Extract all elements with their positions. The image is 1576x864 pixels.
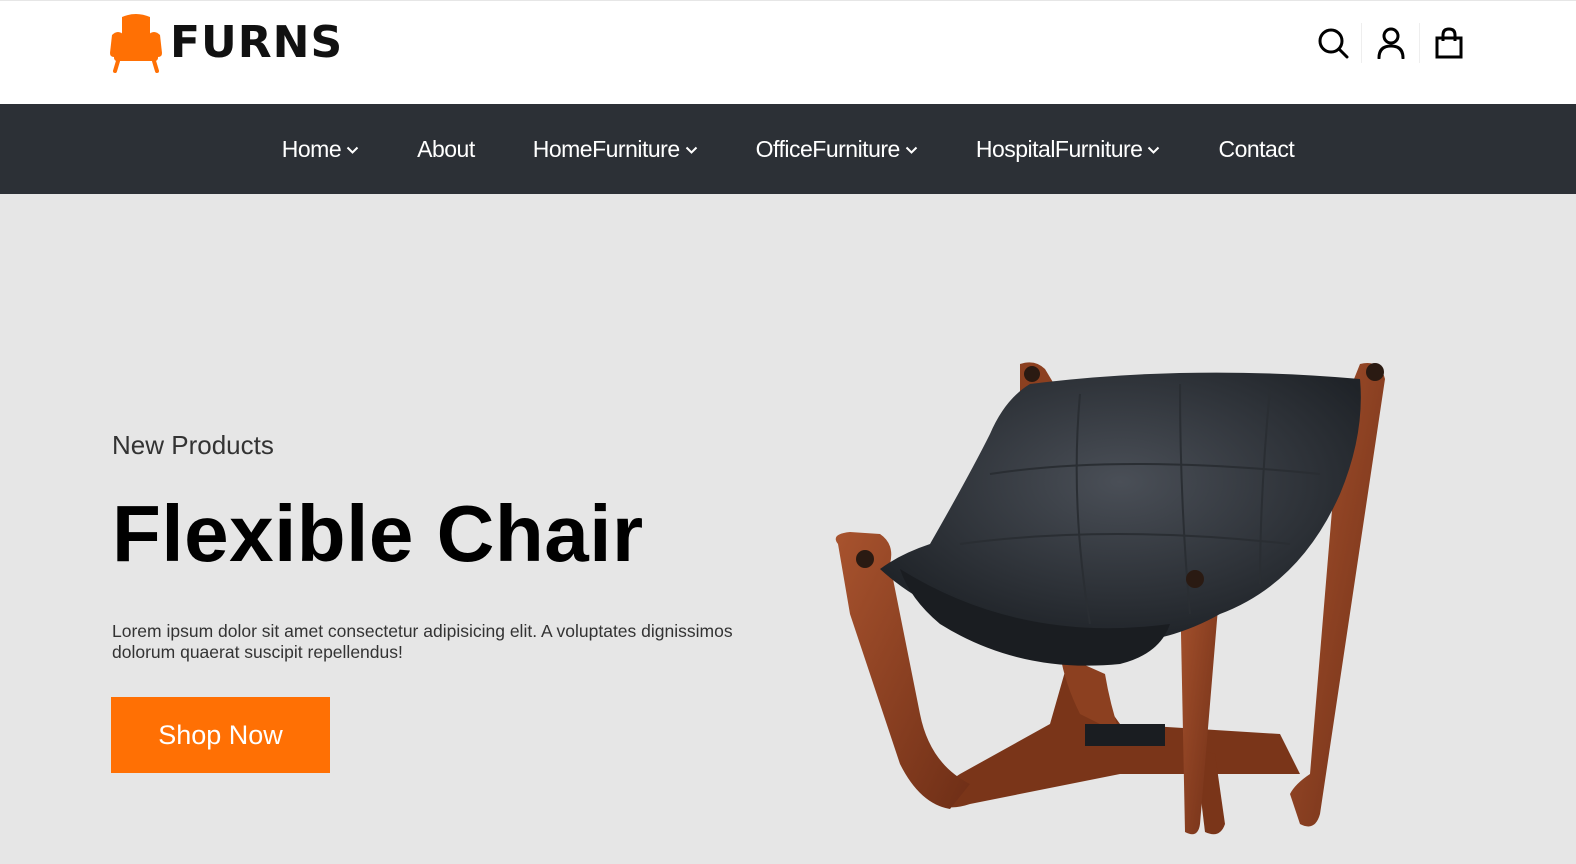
- header-actions: [1304, 23, 1478, 63]
- chevron-down-icon: [905, 146, 918, 154]
- nav-item-officefurniture[interactable]: OfficeFurniture: [756, 136, 918, 163]
- shopping-bag-icon: [1435, 27, 1463, 59]
- search-button[interactable]: [1304, 23, 1362, 63]
- nav-item-hospitalfurniture[interactable]: HospitalFurniture: [976, 136, 1161, 163]
- hero-eyebrow: New Products: [112, 430, 274, 460]
- chevron-down-icon: [1148, 146, 1160, 154]
- cart-button[interactable]: [1420, 23, 1478, 63]
- nav-item-about[interactable]: About: [417, 136, 475, 163]
- main-nav: Home About HomeFurniture OfficeFurniture…: [0, 104, 1576, 194]
- nav-item-label: About: [417, 135, 475, 162]
- search-icon: [1318, 28, 1348, 59]
- user-icon: [1377, 27, 1404, 59]
- nav-item-homefurniture[interactable]: HomeFurniture: [533, 136, 698, 163]
- nav-item-label: HomeFurniture: [532, 135, 680, 162]
- nav-item-label: HospitalFurniture: [975, 135, 1143, 162]
- nav-item-label: OfficeFurniture: [755, 135, 901, 162]
- logo[interactable]: FURNS: [110, 13, 343, 73]
- hero-description: Lorem ipsum dolor sit amet consectetur a…: [112, 621, 733, 662]
- chevron-down-icon: [685, 146, 697, 154]
- hero-title: Flexible Chair: [112, 489, 644, 578]
- account-button[interactable]: [1362, 23, 1420, 63]
- armchair-logo-icon: [110, 14, 162, 73]
- nav-item-label: Contact: [1218, 135, 1295, 162]
- site-header: FURNS: [0, 0, 1576, 104]
- shop-now-button[interactable]: Shop Now: [111, 697, 330, 773]
- chevron-down-icon: [346, 146, 359, 154]
- hero-banner: New Products Flexible Chair Lorem ipsum …: [0, 194, 1576, 864]
- chair-product-image: [835, 362, 1385, 835]
- logo-text: FURNS: [170, 17, 344, 68]
- nav-item-label: Home: [281, 135, 342, 162]
- nav-item-home[interactable]: Home: [282, 136, 359, 163]
- nav-item-contact[interactable]: Contact: [1218, 136, 1294, 163]
